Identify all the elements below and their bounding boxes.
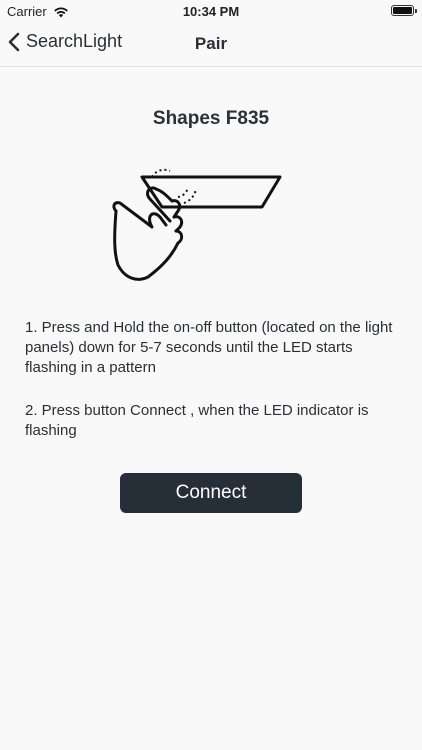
battery-icon [391,5,417,16]
device-name: Shapes F835 [152,108,270,129]
status-time: 10:34 PM [182,4,240,19]
page-title: Pair [194,34,228,53]
instruction-step-1: 1. Press and Hold the on-off button (loc… [25,319,393,376]
status-bar: Carrier 10:34 PM [0,0,422,22]
hand-press-panel-icon [112,168,282,281]
instruction-step-2: 2. Press button Connect , when the LED i… [25,402,369,439]
navigation-bar: SearchLight Pair [0,22,422,67]
connect-button[interactable]: Connect [120,473,302,513]
